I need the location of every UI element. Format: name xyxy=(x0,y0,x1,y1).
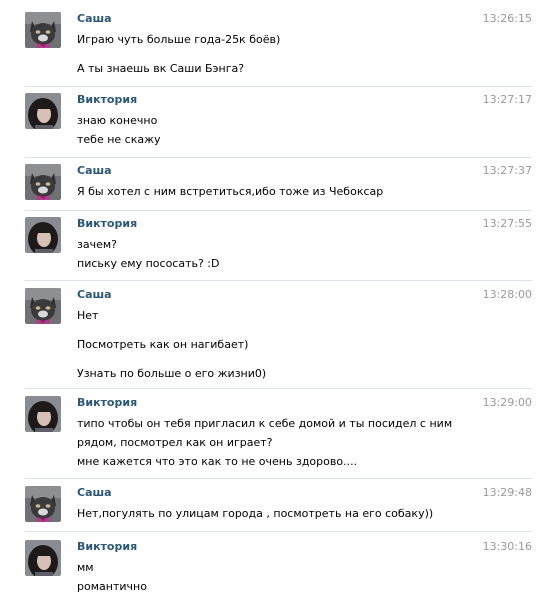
avatar-viktoria[interactable] xyxy=(25,93,61,129)
cat-avatar-icon xyxy=(25,12,61,48)
avatar-viktoria[interactable] xyxy=(25,540,61,576)
message-text: Я бы хотел с ним встретиться,ибо тоже из… xyxy=(77,185,384,198)
message-time[interactable]: 13:28:00 xyxy=(476,288,532,302)
message-time[interactable]: 13:27:37 xyxy=(476,164,532,178)
message-text: зачем? xyxy=(77,238,117,251)
divider xyxy=(25,210,532,211)
author-name[interactable]: Виктория xyxy=(77,93,137,107)
message-text: Нет xyxy=(77,309,99,322)
avatar-sasha[interactable] xyxy=(25,164,61,200)
message-text: Играю чуть больше года-25к боёв) xyxy=(77,33,281,46)
avatar-viktoria[interactable] xyxy=(25,396,61,432)
author-name[interactable]: Саша xyxy=(77,486,112,500)
author-name[interactable]: Саша xyxy=(77,288,112,302)
avatar-viktoria[interactable] xyxy=(25,217,61,253)
cat-avatar-icon xyxy=(25,288,61,324)
divider xyxy=(25,280,532,281)
message-text: мне кажется что это как то не очень здор… xyxy=(77,455,358,468)
author-name[interactable]: Саша xyxy=(77,12,112,26)
cat-avatar-icon xyxy=(25,164,61,200)
message-text: рядом, посмотрел как он играет? xyxy=(77,436,273,449)
divider xyxy=(25,86,532,87)
message-time[interactable]: 13:30:16 xyxy=(476,540,532,554)
avatar-sasha[interactable] xyxy=(25,486,61,522)
message-text: Посмотреть как он нагибает) xyxy=(77,338,249,351)
message-time[interactable]: 13:29:00 xyxy=(476,396,532,410)
author-name[interactable]: Виктория xyxy=(77,217,137,231)
message-text: Нет,погулять по улицам города , посмотре… xyxy=(77,507,434,520)
message-text: Узнать по больше о его жизни0) xyxy=(77,367,267,380)
girl-avatar-icon xyxy=(25,540,61,576)
cat-avatar-icon xyxy=(25,486,61,522)
girl-avatar-icon xyxy=(25,217,61,253)
message-time[interactable]: 13:27:17 xyxy=(476,93,532,107)
girl-avatar-icon xyxy=(25,396,61,432)
divider xyxy=(25,531,532,532)
message-text: А ты знаешь вк Саши Бэнга? xyxy=(77,62,245,75)
message-text: мм xyxy=(77,561,94,574)
message-text: тебе не скажу xyxy=(77,133,161,146)
message-text: знаю конечно xyxy=(77,114,158,127)
avatar-sasha[interactable] xyxy=(25,12,61,48)
divider xyxy=(25,478,532,479)
avatar-sasha[interactable] xyxy=(25,288,61,324)
message-text: письку ему пососать? :D xyxy=(77,257,220,270)
girl-avatar-icon xyxy=(25,93,61,129)
message-time[interactable]: 13:29:48 xyxy=(476,486,532,500)
divider xyxy=(25,388,532,389)
message-text: романтично xyxy=(77,580,147,593)
author-name[interactable]: Виктория xyxy=(77,396,137,410)
message-time[interactable]: 13:26:15 xyxy=(476,12,532,26)
message-time[interactable]: 13:27:55 xyxy=(476,217,532,231)
author-name[interactable]: Саша xyxy=(77,164,112,178)
author-name[interactable]: Виктория xyxy=(77,540,137,554)
message-text: типо чтобы он тебя пригласил к себе домо… xyxy=(77,417,453,430)
divider xyxy=(25,157,532,158)
